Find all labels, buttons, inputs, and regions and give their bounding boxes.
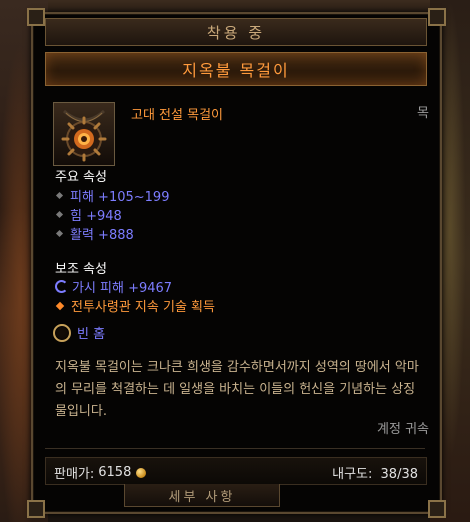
empty-socket: 빈 홈 bbox=[53, 323, 105, 342]
divider bbox=[45, 448, 425, 449]
durability: 내구도: 38/38 bbox=[332, 463, 418, 482]
account-bound-label: 계정 귀속 bbox=[377, 422, 429, 437]
details-tab[interactable]: 세부 사항 bbox=[124, 484, 280, 507]
gold-coin-icon bbox=[136, 467, 147, 478]
secondary-stat-text: 가시 피해 +9467 bbox=[72, 281, 173, 296]
sell-label: 판매가: bbox=[54, 467, 95, 482]
primary-stat: 활력 +888 bbox=[55, 224, 134, 243]
socket-icon bbox=[53, 323, 71, 342]
socket-label: 빈 홈 bbox=[77, 327, 106, 342]
primary-stat-text: 활력 +888 bbox=[70, 228, 134, 243]
primary-stat-text: 힘 +948 bbox=[70, 209, 122, 224]
item-icon-frame bbox=[53, 102, 115, 166]
legendary-diamond-icon bbox=[55, 301, 65, 310]
tooltip-footer: 판매가: 6158 내구도: 38/38 bbox=[45, 457, 427, 485]
bullet-diamond-icon bbox=[55, 229, 64, 238]
frame-corner bbox=[27, 8, 45, 26]
primary-stat-text: 피해 +105~199 bbox=[70, 190, 170, 205]
reroll-swirl-icon bbox=[55, 280, 68, 293]
bullet-diamond-icon bbox=[55, 210, 64, 219]
secondary-stat: 가시 피해 +9467 bbox=[55, 277, 172, 296]
item-tooltip: 착용 중 지옥불 목걸이 고대 전설 목걸이 목 주요 속성 피해 +105~1… bbox=[27, 8, 446, 518]
item-type: 고대 전설 목걸이 bbox=[131, 108, 223, 123]
primary-stat: 힘 +948 bbox=[55, 205, 122, 224]
equipped-header: 착용 중 bbox=[45, 18, 427, 46]
sell-value: 6158 bbox=[98, 465, 132, 480]
flavor-text: 지옥불 목걸이는 크나큰 희생을 감수하면서까지 성역의 땅에서 악마의 무리를… bbox=[55, 360, 419, 419]
primary-stat: 피해 +105~199 bbox=[55, 186, 169, 205]
bullet-diamond-icon bbox=[55, 191, 64, 200]
frame-corner bbox=[428, 500, 446, 518]
frame-corner bbox=[27, 500, 45, 518]
amulet-icon bbox=[61, 109, 107, 162]
primary-section-title: 주요 속성 bbox=[55, 170, 107, 185]
secondary-section-title: 보조 속성 bbox=[55, 262, 107, 277]
sell-price: 판매가: 6158 bbox=[54, 463, 147, 482]
item-name: 지옥불 목걸이 bbox=[45, 52, 427, 86]
durability-label: 내구도: bbox=[332, 467, 373, 482]
durability-value: 38/38 bbox=[380, 467, 418, 482]
legendary-power: 전투사령관 지속 기술 획득 bbox=[55, 296, 215, 315]
item-slot: 목 bbox=[417, 106, 429, 121]
frame-corner bbox=[428, 8, 446, 26]
legendary-power-text: 전투사령관 지속 기술 획득 bbox=[71, 300, 215, 315]
